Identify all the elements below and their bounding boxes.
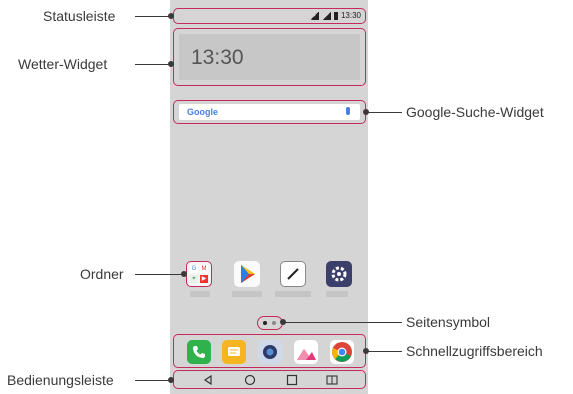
back-icon[interactable] [200, 373, 216, 387]
battery-icon [333, 11, 338, 20]
status-bar: 13:30 [173, 8, 366, 24]
callout-line [283, 322, 402, 323]
search-bar[interactable]: Google [179, 104, 360, 120]
callout-line [366, 351, 402, 352]
settings-gear-icon[interactable] [326, 261, 352, 287]
phone-icon[interactable] [187, 340, 211, 364]
google-logo: Google [187, 107, 218, 117]
navigation-bar [173, 370, 366, 389]
folder-google-icon: G [190, 265, 198, 273]
home-icon[interactable] [242, 373, 258, 387]
callout-dot [168, 61, 174, 67]
chrome-icon[interactable] [330, 340, 354, 364]
folder-gmail-icon: M [200, 265, 208, 273]
page-dot[interactable] [272, 321, 276, 325]
callout-dot [363, 348, 369, 354]
callout-dot [168, 377, 174, 383]
callout-nav-label: Bedienungsleiste [7, 372, 114, 388]
folder-maps-icon: ⌖ [190, 275, 198, 283]
callout-weather-label: Wetter-Widget [18, 56, 108, 72]
callout-google-label: Google-Suche-Widget [406, 104, 544, 120]
page-dot-active [263, 321, 267, 325]
folder-youtube-icon: ▶ [200, 275, 208, 283]
callout-statusbar-label: Statusleiste [43, 8, 116, 24]
callout-folder-label: Ordner [80, 266, 124, 282]
app-caption [232, 291, 262, 297]
page-indicator[interactable] [257, 316, 283, 330]
callout-line [366, 112, 402, 113]
callout-dot [363, 109, 369, 115]
app-caption [275, 291, 311, 297]
messages-icon[interactable] [222, 340, 246, 364]
app-caption [326, 291, 348, 297]
camera-icon[interactable] [258, 340, 282, 364]
callout-dot [168, 13, 174, 19]
play-store-icon[interactable] [234, 261, 260, 287]
weather-widget[interactable]: 13:30 [173, 28, 366, 86]
microphone-icon[interactable] [346, 107, 350, 115]
gallery-icon[interactable] [294, 340, 318, 364]
folder-icon[interactable]: G M ⌖ ▶ [186, 261, 212, 287]
callout-dot [280, 319, 286, 325]
cell-signal-icon [321, 11, 331, 20]
recent-apps-icon[interactable] [284, 373, 300, 387]
callout-quick-label: Schnellzugriffsbereich [406, 343, 543, 359]
callout-page-label: Seitensymbol [406, 314, 491, 330]
pen-icon[interactable] [280, 261, 306, 287]
callout-dot [181, 271, 187, 277]
app-caption [190, 291, 210, 297]
callout-line [135, 274, 186, 275]
widget-clock: 13:30 [191, 46, 244, 69]
status-time: 13:30 [340, 11, 361, 20]
dual-window-icon[interactable] [324, 373, 340, 387]
wifi-signal-icon [309, 11, 319, 20]
google-search-widget[interactable]: Google [173, 100, 366, 124]
quick-access-area [173, 334, 366, 368]
